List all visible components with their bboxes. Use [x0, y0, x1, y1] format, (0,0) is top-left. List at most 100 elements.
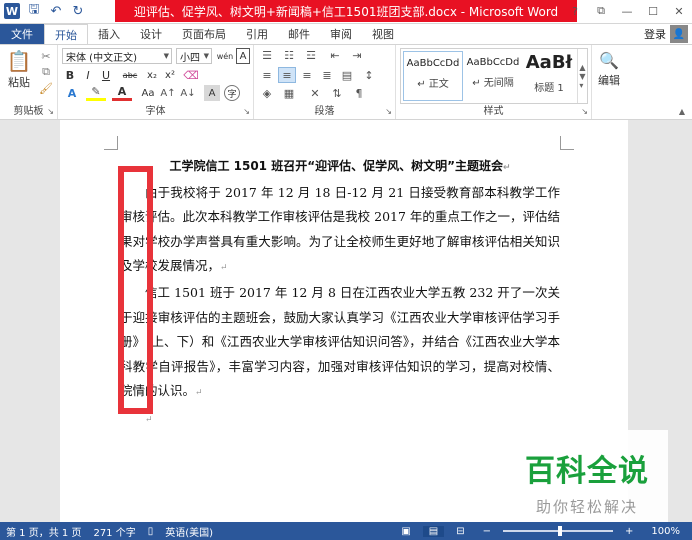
read-mode-icon[interactable]: ▣ [395, 526, 416, 537]
increase-indent-icon[interactable]: ⇥ [348, 47, 366, 63]
tab-layout[interactable]: 页面布局 [172, 24, 236, 44]
style-name: ↵ 无间隔 [472, 78, 514, 89]
strikethrough-button[interactable]: abc [118, 67, 142, 83]
paragraph-mark: ↵ [502, 163, 511, 173]
print-layout-icon[interactable]: ▤ [422, 525, 445, 537]
avatar[interactable]: 👤 [670, 25, 688, 43]
redo-icon[interactable]: ↻ [70, 3, 86, 19]
copy-icon[interactable]: ⧉ [38, 65, 54, 79]
font-name-value: 宋体 (中文正文) [66, 52, 137, 64]
phonetic-guide-button[interactable]: wén [216, 47, 234, 65]
language[interactable]: 英语(美国) [159, 524, 219, 539]
page-count[interactable]: 第 1 页，共 1 页 [0, 524, 87, 539]
style-name: ↵ 正文 [417, 79, 449, 90]
tab-insert[interactable]: 插入 [88, 24, 130, 44]
style-no-spacing[interactable]: AaBbCcDd ↵ 无间隔 [463, 51, 523, 101]
login-link[interactable]: 登录 [644, 26, 666, 42]
margin-corner [560, 136, 574, 150]
tab-review[interactable]: 审阅 [320, 24, 362, 44]
style-heading-1[interactable]: AaBł 标题 1 [519, 51, 579, 101]
line-spacing-icon[interactable]: ↕ [360, 67, 378, 83]
dialog-launcher-icon[interactable]: ↘ [385, 107, 392, 116]
italic-button[interactable]: I [80, 67, 96, 83]
grow-font-icon[interactable]: A↑ [160, 85, 176, 101]
document-body[interactable]: 工学院信工 1501 班召开“迎评估、促学风、树文明”主题班会↵ 由于我校将于 … [120, 154, 560, 433]
zoom-in-button[interactable]: + [619, 526, 639, 537]
empty-paragraph: ↵ [120, 406, 560, 433]
borders-icon[interactable]: ▦ [280, 85, 298, 101]
subscript-button[interactable]: x₂ [144, 67, 160, 83]
paste-button[interactable]: 粘贴 [4, 75, 34, 89]
tab-references[interactable]: 引用 [236, 24, 278, 44]
sort-icon[interactable]: ⇅ [328, 85, 346, 101]
save-icon[interactable]: 🖫 [26, 2, 42, 19]
collapse-ribbon-icon[interactable]: ▲ [676, 105, 688, 117]
char-shading-icon[interactable]: A [204, 85, 220, 101]
zoom-level[interactable]: 100% [645, 526, 686, 537]
align-center-icon[interactable]: ≡ [278, 67, 296, 83]
chevron-down-icon: ▼ [163, 52, 169, 60]
font-size-select[interactable]: 小四 ▼ [176, 48, 212, 64]
align-left-icon[interactable]: ≡ [258, 67, 276, 83]
tab-mailings[interactable]: 邮件 [278, 24, 320, 44]
paragraph-group-label: 段落 [314, 106, 335, 117]
zoom-out-button[interactable]: − [477, 526, 497, 537]
align-right-icon[interactable]: ≡ [298, 67, 316, 83]
tab-view[interactable]: 视图 [362, 24, 404, 44]
chevron-down-icon: ▼ [203, 52, 209, 60]
text-effects-icon[interactable]: A [62, 85, 82, 101]
change-case-icon[interactable]: Aa [138, 85, 158, 101]
word-count[interactable]: 271 个字 [87, 524, 141, 539]
help-button[interactable]: ? [562, 0, 588, 22]
dialog-launcher-icon[interactable]: ↘ [47, 107, 54, 116]
paragraph-mark: ↵ [195, 388, 203, 399]
shrink-font-icon[interactable]: A↓ [180, 85, 196, 101]
char-border-button[interactable]: A [236, 48, 250, 64]
paragraph-1: 由于我校将于 2017 年 12 月 18 日-12 月 21 日接受教育部本科… [120, 181, 560, 281]
editing-button[interactable]: 编辑 [594, 73, 624, 87]
minimize-button[interactable]: — [614, 0, 640, 22]
tab-home[interactable]: 开始 [44, 24, 88, 44]
asian-layout-icon[interactable]: ✕ [306, 85, 324, 101]
font-color-icon[interactable]: A [112, 85, 132, 101]
style-gallery-scroll[interactable]: ▲ ▼ ▾ [577, 49, 587, 103]
superscript-button[interactable]: x² [162, 67, 178, 83]
underline-button[interactable]: U [98, 67, 114, 83]
dialog-launcher-icon[interactable]: ↘ [581, 107, 588, 116]
distributed-icon[interactable]: ▤ [338, 67, 356, 83]
shading-icon[interactable]: ◈ [258, 85, 276, 101]
maximize-button[interactable]: ☐ [640, 0, 666, 22]
undo-icon[interactable]: ↶ [48, 3, 64, 19]
watermark-logo-text: 百科全说 [525, 454, 649, 489]
tab-file[interactable]: 文件 [0, 24, 44, 44]
style-normal[interactable]: AaBbCcDd ↵ 正文 [403, 51, 463, 101]
font-name-select[interactable]: 宋体 (中文正文) ▼ [62, 48, 172, 64]
paragraph-2-text: 信工 1501 班于 2017 年 12 月 8 日在江西农业大学五教 232 … [120, 284, 560, 399]
dialog-launcher-icon[interactable]: ↘ [243, 107, 250, 116]
web-layout-icon[interactable]: ⊟ [450, 526, 470, 537]
word-app-icon[interactable]: W [4, 3, 20, 19]
cut-icon[interactable]: ✂ [38, 49, 54, 63]
zoom-slider-thumb[interactable] [558, 526, 563, 536]
format-painter-icon[interactable]: 🖌 [38, 81, 54, 95]
binoculars-icon[interactable]: 🔍 [599, 49, 619, 71]
multilevel-list-icon[interactable]: ☲ [302, 47, 320, 63]
enclose-char-icon[interactable]: 字 [224, 85, 240, 101]
highlight-icon[interactable]: ✎ [86, 85, 106, 101]
decrease-indent-icon[interactable]: ⇤ [326, 47, 344, 63]
bold-button[interactable]: B [62, 67, 78, 83]
ribbon-tabs: 文件 开始 插入 设计 页面布局 引用 邮件 审阅 视图 登录 👤 [0, 24, 692, 44]
close-button[interactable]: ✕ [666, 0, 692, 22]
numbering-icon[interactable]: ☷ [280, 47, 298, 63]
proofing-icon[interactable]: ▯ [142, 526, 160, 537]
paste-icon[interactable]: 📋 [6, 49, 32, 73]
bullets-icon[interactable]: ☰ [258, 47, 276, 63]
show-marks-icon[interactable]: ¶ [350, 85, 368, 101]
paragraph-mark: ↵ [220, 263, 228, 274]
paragraph-2: 信工 1501 班于 2017 年 12 月 8 日在江西农业大学五教 232 … [120, 281, 560, 406]
clear-format-icon[interactable]: ⌫ [182, 67, 200, 83]
ribbon-display-button[interactable]: ⧉ [588, 0, 614, 22]
justify-icon[interactable]: ≣ [318, 67, 336, 83]
tab-design[interactable]: 设计 [130, 24, 172, 44]
zoom-slider[interactable] [503, 526, 614, 536]
